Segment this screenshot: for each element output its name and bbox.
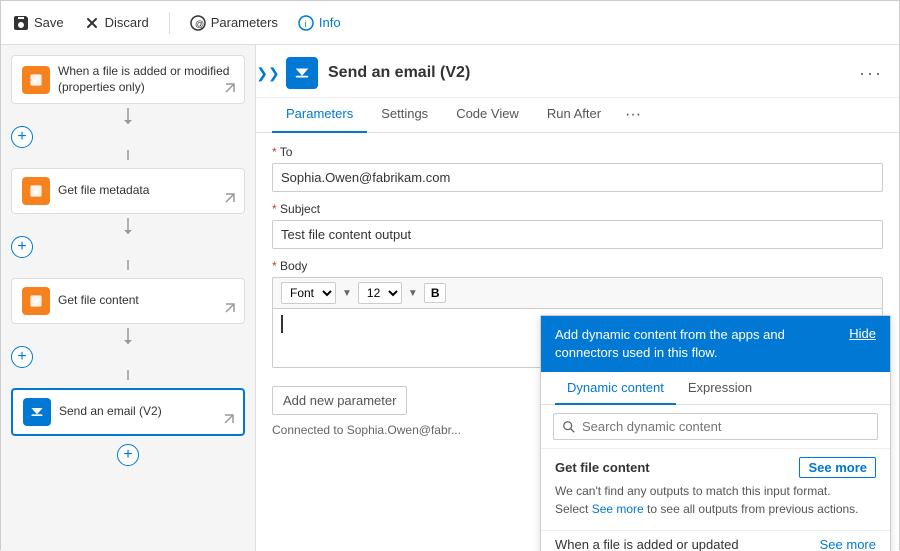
subject-input[interactable] — [272, 220, 883, 249]
node3-link — [224, 302, 236, 317]
action-more-button[interactable]: ··· — [859, 63, 883, 84]
flow-node-3[interactable]: Get file content — [11, 278, 245, 324]
subject-label: * Subject — [272, 202, 883, 216]
font-size-select[interactable]: 12 — [358, 282, 402, 304]
dynamic-section-1-title: Get file content — [555, 460, 650, 475]
font-dropdown-icon: ▼ — [342, 288, 352, 299]
expand-arrow[interactable]: ❯❯ — [256, 61, 280, 85]
node3-text: Get file content — [58, 293, 139, 309]
flow-node-1[interactable]: When a file is added or modified (proper… — [11, 55, 245, 104]
dynamic-section-2: When a file is added or updated See more — [541, 530, 890, 551]
tab-settings[interactable]: Settings — [367, 98, 442, 133]
save-button[interactable]: Save — [13, 15, 64, 31]
dynamic-panel: Add dynamic content from the apps and co… — [540, 315, 891, 551]
connector-1 — [11, 108, 245, 124]
see-more-button-2[interactable]: See more — [820, 537, 876, 551]
action-header: Send an email (V2) ··· — [256, 45, 899, 98]
body-toolbar: Font ▼ 12 ▼ B — [272, 277, 883, 308]
dynamic-panel-tabs: Dynamic content Expression — [541, 372, 890, 405]
svg-text:i: i — [304, 19, 306, 29]
node1-text: When a file is added or modified (proper… — [58, 64, 234, 95]
search-box — [553, 413, 878, 440]
see-more-link[interactable]: See more — [592, 502, 644, 516]
left-panel: When a file is added or modified (proper… — [1, 45, 256, 551]
dynamic-panel-header: Add dynamic content from the apps and co… — [541, 316, 890, 372]
to-input[interactable] — [272, 163, 883, 192]
toolbar-separator — [169, 12, 170, 34]
connector-3 — [11, 218, 245, 234]
tab-run-after[interactable]: Run After — [533, 98, 615, 133]
add-param-button[interactable]: Add new parameter — [272, 386, 407, 415]
plus-button-2[interactable]: + — [11, 236, 33, 258]
parameters-button[interactable]: @ Parameters — [190, 15, 278, 31]
dynamic-panel-header-text: Add dynamic content from the apps and co… — [555, 326, 841, 362]
dynamic-section-1-header: Get file content See more — [555, 457, 876, 478]
action-title: Send an email (V2) — [328, 64, 470, 82]
bold-button[interactable]: B — [424, 283, 447, 303]
connector-2 — [11, 150, 245, 166]
node1-link — [224, 82, 236, 97]
dynamic-panel-hide-button[interactable]: Hide — [849, 326, 876, 341]
node3-icon — [22, 287, 50, 315]
connector-4 — [11, 260, 245, 276]
dynamic-tab-expression[interactable]: Expression — [676, 372, 764, 405]
search-icon — [562, 420, 576, 434]
action-icon — [286, 57, 318, 89]
search-input[interactable] — [582, 419, 869, 434]
node4-icon — [23, 398, 51, 426]
to-field: * To — [272, 145, 883, 192]
subject-field: * Subject — [272, 202, 883, 249]
flow-node-2[interactable]: Get file metadata — [11, 168, 245, 214]
connector-5 — [11, 328, 245, 344]
flow-node-4[interactable]: Send an email (V2) — [11, 388, 245, 436]
tab-bar: Parameters Settings Code View Run After … — [256, 98, 899, 133]
tab-parameters[interactable]: Parameters — [272, 98, 367, 133]
to-label: * To — [272, 145, 883, 159]
right-panel: ❯❯ Send an email (V2) ··· Parameters Set… — [256, 45, 899, 551]
font-select[interactable]: Font — [281, 282, 336, 304]
node4-link — [223, 413, 235, 428]
cursor — [281, 315, 283, 333]
toolbar: Save Discard @ Parameters i Info — [1, 1, 899, 45]
svg-text:@: @ — [195, 19, 204, 29]
node2-icon — [22, 177, 50, 205]
dynamic-section-1: Get file content See more We can't find … — [541, 449, 890, 530]
dynamic-tab-content[interactable]: Dynamic content — [555, 372, 676, 405]
connector-6 — [11, 370, 245, 386]
dynamic-search-area — [541, 405, 890, 449]
node4-text: Send an email (V2) — [59, 404, 162, 420]
tab-code-view[interactable]: Code View — [442, 98, 533, 133]
discard-button[interactable]: Discard — [84, 15, 149, 31]
info-button[interactable]: i Info — [298, 15, 341, 31]
plus-button-1[interactable]: + — [11, 126, 33, 148]
tab-more-button[interactable]: ··· — [615, 98, 651, 132]
body-label: * Body — [272, 259, 883, 273]
main-layout: When a file is added or modified (proper… — [1, 45, 899, 551]
node2-text: Get file metadata — [58, 183, 149, 199]
node1-icon — [22, 66, 50, 94]
font-size-dropdown-icon: ▼ — [408, 288, 418, 299]
node2-link — [224, 192, 236, 207]
dynamic-section-msg: We can't find any outputs to match this … — [555, 482, 876, 518]
plus-button-3[interactable]: + — [11, 346, 33, 368]
plus-button-4[interactable]: + — [117, 444, 139, 466]
see-more-button-1[interactable]: See more — [799, 457, 876, 478]
dynamic-section-2-title: When a file is added or updated — [555, 537, 739, 551]
